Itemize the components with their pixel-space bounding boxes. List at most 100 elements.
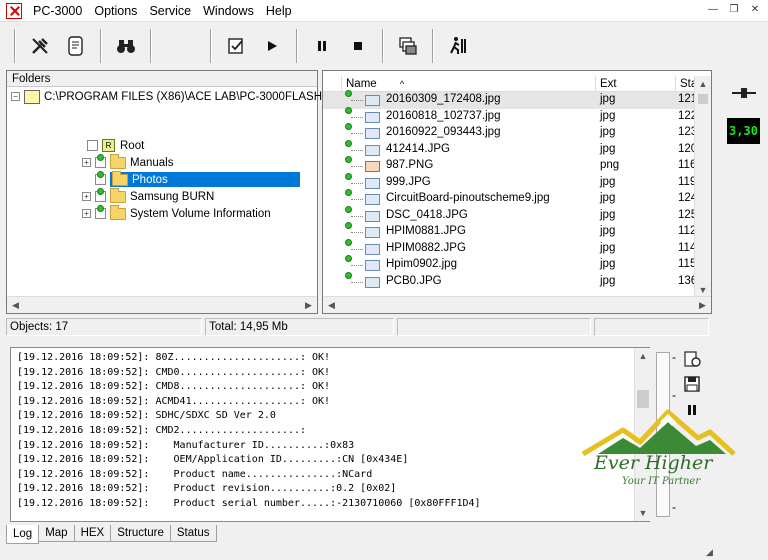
tab-status[interactable]: Status bbox=[169, 525, 217, 542]
tab-map[interactable]: Map bbox=[38, 525, 75, 542]
node-dot-icon bbox=[345, 172, 352, 180]
windows-icon[interactable] bbox=[390, 28, 426, 64]
close-icon[interactable]: ✕ bbox=[746, 2, 764, 18]
toolbar-separator bbox=[382, 29, 384, 63]
file-ext: png bbox=[600, 159, 620, 171]
folders-horizontal-scrollbar[interactable]: ◀ ▶ bbox=[7, 296, 317, 313]
tree-item-system-volume[interactable]: + System Volume Information bbox=[82, 204, 271, 222]
tab-log[interactable]: Log bbox=[6, 525, 40, 544]
file-row[interactable]: HPIM0881.JPG jpg 112 8 bbox=[323, 222, 706, 241]
file-ext: jpg bbox=[600, 208, 616, 221]
file-row[interactable]: 987.PNG png 116 1 bbox=[323, 156, 706, 175]
file-row[interactable]: PCB0.JPG jpg 136 5 bbox=[323, 271, 707, 291]
log-pane[interactable]: [19.12.2016 18:09:52]: 80Z..............… bbox=[10, 347, 650, 522]
stop-icon[interactable] bbox=[340, 28, 376, 64]
expand-icon[interactable]: + bbox=[82, 158, 91, 167]
scroll-up-icon[interactable]: ▲ bbox=[695, 76, 711, 92]
file-ext: jpg bbox=[600, 274, 616, 287]
tree-root-row[interactable]: R Root bbox=[87, 137, 144, 154]
toolbar-separator bbox=[150, 29, 152, 63]
log-line: [19.12.2016 18:09:52]: CMD2.............… bbox=[17, 425, 306, 436]
tree-path-row[interactable]: − C:\PROGRAM FILES (X86)\ACE LAB\PC-3000… bbox=[11, 88, 333, 105]
scroll-left-icon[interactable]: ◀ bbox=[7, 297, 24, 313]
play-icon[interactable] bbox=[254, 28, 290, 64]
file-row[interactable]: 20160922_093443.jpg jpg 123 8 bbox=[323, 123, 707, 142]
runner-icon[interactable] bbox=[440, 28, 476, 64]
tree-connector bbox=[351, 149, 363, 151]
resize-grip-icon[interactable]: ◢ bbox=[706, 547, 713, 558]
tree-item-manuals[interactable]: + Manuals bbox=[82, 153, 173, 171]
scroll-down-icon[interactable]: ▼ bbox=[635, 505, 651, 521]
file-row[interactable]: 20160818_102737.jpg jpg 122 1 bbox=[323, 106, 707, 126]
scroll-right-icon[interactable]: ▶ bbox=[694, 297, 711, 313]
node-dot-icon bbox=[97, 154, 104, 161]
root-checkbox[interactable] bbox=[87, 140, 98, 151]
log-line: [19.12.2016 18:09:52]: OEM/Application I… bbox=[17, 454, 409, 466]
log-line: [19.12.2016 18:09:52]: Product name.....… bbox=[17, 468, 373, 480]
restore-icon[interactable]: ❐ bbox=[725, 2, 743, 18]
tree-root-label: Root bbox=[120, 139, 145, 152]
status-objects: Objects: 17 bbox=[6, 318, 203, 336]
expand-icon[interactable]: + bbox=[82, 209, 91, 218]
files-vertical-scrollbar[interactable]: ▲ ▼ bbox=[694, 76, 711, 298]
tab-hex[interactable]: HEX bbox=[73, 525, 112, 542]
tree-item-label: System Volume Information bbox=[130, 207, 271, 220]
file-row[interactable]: HPIM0882.JPG jpg 114 1 bbox=[323, 238, 706, 258]
tree-item-photos[interactable]: Photos bbox=[82, 170, 312, 188]
log-save-icon[interactable] bbox=[682, 376, 702, 396]
menu-pc3000[interactable]: PC-3000 bbox=[27, 0, 88, 22]
file-row[interactable]: 999.JPG jpg 119 7 bbox=[323, 172, 706, 192]
tree-connector bbox=[351, 215, 363, 217]
file-row[interactable]: Hpim0902.jpg jpg 115 5 bbox=[323, 255, 706, 274]
binoculars-icon[interactable] bbox=[108, 28, 144, 64]
file-ext: jpg bbox=[600, 258, 616, 270]
collapse-icon[interactable]: − bbox=[11, 92, 20, 101]
menu-options[interactable]: Options bbox=[88, 0, 143, 22]
scroll-left-icon[interactable]: ◀ bbox=[323, 297, 340, 313]
toolbar-separator bbox=[14, 29, 16, 63]
column-name[interactable]: Name ^ bbox=[341, 76, 595, 92]
file-row[interactable]: DSC_0418.JPG jpg 125 9 bbox=[323, 205, 707, 225]
minimize-icon[interactable]: — bbox=[704, 2, 722, 18]
mountain-logo-icon bbox=[581, 409, 736, 457]
node-dot-icon bbox=[345, 139, 352, 147]
log-settings-icon[interactable] bbox=[682, 350, 702, 370]
scroll-icon[interactable] bbox=[58, 28, 94, 64]
toolbar-separator bbox=[432, 29, 434, 63]
menu-service[interactable]: Service bbox=[143, 0, 197, 22]
image-file-icon bbox=[365, 260, 380, 271]
pause-icon[interactable] bbox=[304, 28, 340, 64]
image-file-icon bbox=[365, 243, 380, 255]
files-pane: Name ^ Ext Start 20160309_172408.jpg jpg 1… bbox=[322, 70, 712, 314]
scroll-right-icon[interactable]: ▶ bbox=[300, 297, 317, 313]
node-dot-icon bbox=[345, 123, 352, 130]
menu-help[interactable]: Help bbox=[260, 0, 298, 22]
image-file-icon bbox=[365, 194, 380, 205]
file-row[interactable]: 412414.JPG jpg 120 2 bbox=[323, 139, 707, 159]
folders-pane: Folders − C:\PROGRAM FILES (X86)\ACE LAB… bbox=[6, 70, 333, 314]
scroll-thumb[interactable] bbox=[637, 390, 649, 408]
checklist-icon[interactable] bbox=[218, 28, 254, 64]
node-dot-icon bbox=[345, 205, 352, 213]
tree-connector bbox=[351, 248, 363, 250]
log-line: [19.12.2016 18:09:52]: Manufacturer ID..… bbox=[17, 439, 355, 451]
files-horizontal-scrollbar[interactable]: ◀ ▶ bbox=[323, 296, 711, 313]
image-file-icon bbox=[365, 227, 380, 238]
tree-connector bbox=[351, 232, 363, 233]
tab-structure[interactable]: Structure bbox=[110, 525, 171, 542]
bottom-tabs: Log Map HEX Structure Status bbox=[6, 525, 217, 544]
tree-item-photos-selected[interactable]: Photos bbox=[110, 170, 300, 187]
file-row[interactable]: CircuitBoard-pinoutscheme9.jpg jpg 124 5 bbox=[323, 189, 707, 208]
menu-windows[interactable]: Windows bbox=[197, 0, 260, 22]
expand-icon[interactable]: + bbox=[82, 192, 91, 201]
watermark-title: Ever Higher bbox=[594, 452, 713, 474]
folders-header: Folders bbox=[7, 71, 317, 87]
column-ext[interactable]: Ext bbox=[595, 76, 675, 92]
scroll-up-icon[interactable]: ▲ bbox=[635, 348, 651, 364]
file-row[interactable]: 20160309_172408.jpg jpg 121 5 bbox=[323, 90, 707, 109]
range-mid-marker: - bbox=[672, 388, 676, 402]
tools-icon[interactable] bbox=[22, 28, 58, 64]
scroll-thumb[interactable] bbox=[698, 94, 708, 104]
node-dot-icon bbox=[345, 271, 352, 279]
node-dot-icon bbox=[345, 106, 352, 114]
